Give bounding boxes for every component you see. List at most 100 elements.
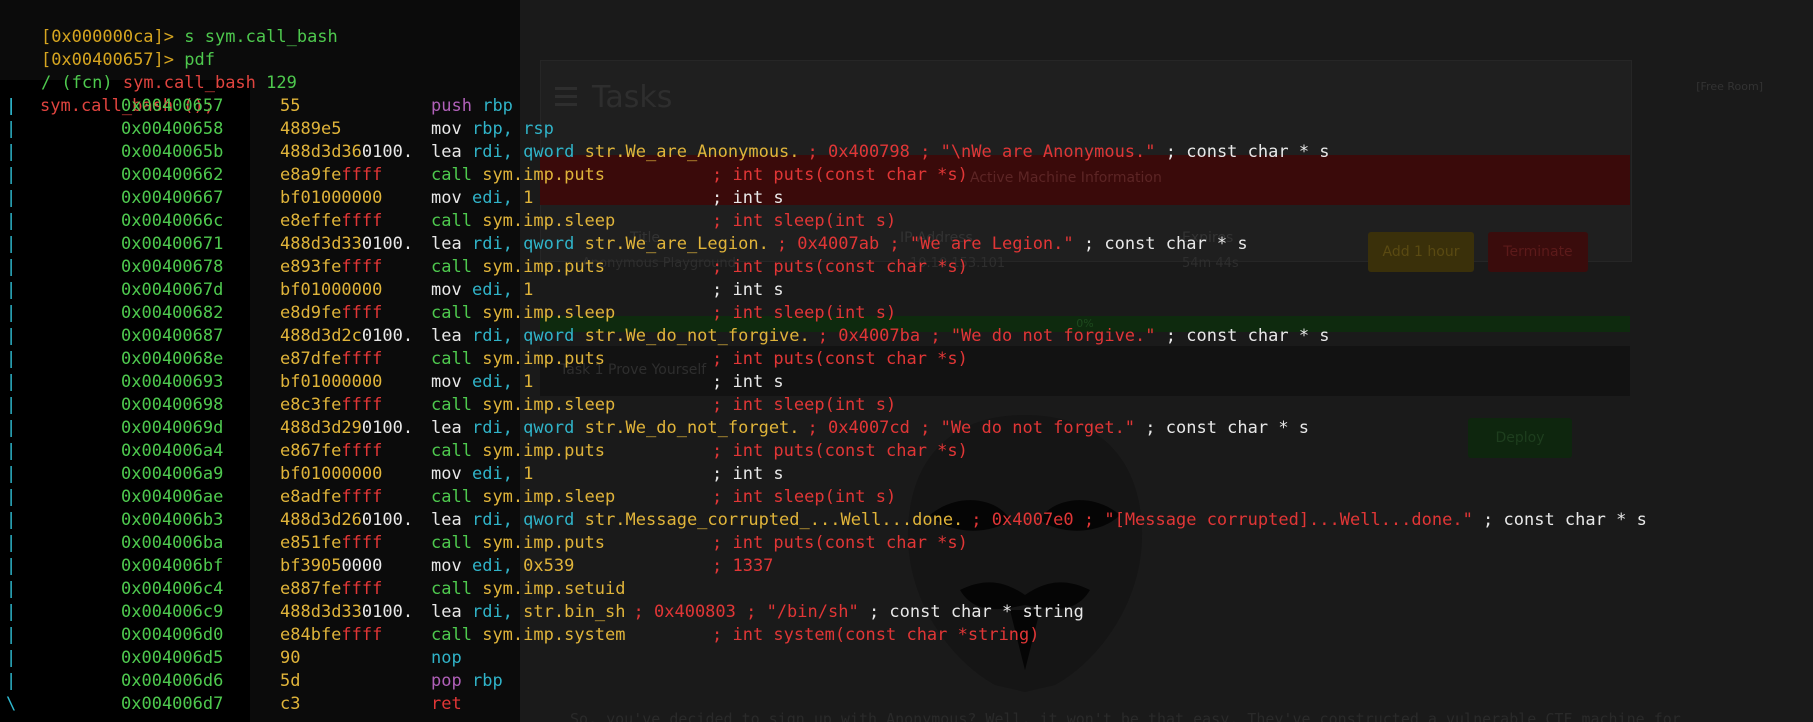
command-line-2: [0x00400657]> pdf	[0, 26, 215, 70]
opcode-bytes: bf01000000	[280, 280, 383, 300]
opcode-bytes: e893feffff	[280, 257, 383, 277]
flow-bar: |	[6, 464, 17, 484]
function-header: / (fcn) sym.call_bash 129	[0, 49, 297, 93]
flow-bar: |	[6, 671, 17, 691]
instruction: nop	[431, 648, 462, 668]
flow-bar: |	[6, 648, 17, 668]
instruction: ret	[431, 694, 462, 714]
opcode-bytes: bf01000000	[280, 464, 383, 484]
flow-bar: |	[6, 165, 17, 185]
instruction: call sym.imp.sleep	[431, 395, 616, 415]
comment: ; int puts(const char *s)	[712, 257, 968, 277]
instruction: call sym.imp.puts	[431, 533, 606, 553]
comment: ; int s	[712, 188, 784, 208]
comment: ; int sleep(int s)	[712, 395, 897, 415]
address: 0x004006ba	[121, 533, 224, 553]
address: 0x00400657	[121, 96, 224, 116]
instruction: call sym.imp.sleep	[431, 303, 616, 323]
instruction: push rbp	[431, 96, 513, 116]
address: 0x00400662	[121, 165, 224, 185]
instruction: lea rdi, qword str.We_are_Anonymous.; 0x…	[431, 142, 1330, 162]
comment: ; int sleep(int s)	[712, 211, 897, 231]
address: 0x00400671	[121, 234, 224, 254]
address: 0x004006bf	[121, 556, 224, 576]
opcode-bytes: e8c3feffff	[280, 395, 383, 415]
opcode-bytes: e8a9feffff	[280, 165, 383, 185]
instruction: pop rbp	[431, 671, 503, 691]
address: 0x004006d6	[121, 671, 224, 691]
comment: ; int s	[712, 464, 784, 484]
comment: ; int puts(const char *s)	[712, 441, 968, 461]
address: 0x00400658	[121, 119, 224, 139]
terminal-output[interactable]: [0x000000ca]> s sym.call_bash [0x0040065…	[0, 0, 1813, 722]
opcode-bytes: e8adfeffff	[280, 487, 383, 507]
address: 0x004006d5	[121, 648, 224, 668]
flow-bar: |	[6, 234, 17, 254]
comment: ; int puts(const char *s)	[712, 165, 968, 185]
flow-bar: |	[6, 556, 17, 576]
address: 0x004006c4	[121, 579, 224, 599]
flow-bar: |	[6, 602, 17, 622]
flow-bar: |	[6, 372, 17, 392]
flow-bar: |	[6, 257, 17, 277]
comment: ; int s	[712, 372, 784, 392]
function-signature-line: | sym.call_bash ();	[0, 72, 214, 116]
flow-bar: |	[6, 349, 17, 369]
fcn-name: sym.call_bash	[122, 73, 256, 93]
opcode-bytes: bf39050000	[280, 556, 383, 576]
address: 0x004006d7	[121, 694, 224, 714]
opcode-bytes: bf01000000	[280, 372, 383, 392]
instruction: mov edi, 0x539	[431, 556, 575, 576]
flow-bar: |	[6, 533, 17, 553]
instruction: lea rdi, str.bin_sh; 0x400803 ; "/bin/sh…	[431, 602, 1084, 622]
opcode-bytes: e8effeffff	[280, 211, 383, 231]
instruction: call sym.imp.system	[431, 625, 626, 645]
address: 0x00400667	[121, 188, 224, 208]
flow-bar: |	[6, 625, 17, 645]
instruction: lea rdi, qword str.We_do_not_forgive.; 0…	[431, 326, 1330, 346]
address: 0x00400693	[121, 372, 224, 392]
opcode-bytes: e867feffff	[280, 441, 383, 461]
comment: ; 0x4007ab ; "We are Legion." ; const ch…	[776, 234, 1248, 254]
fcn-size: 129	[255, 73, 297, 93]
opcode-bytes: e887feffff	[280, 579, 383, 599]
comment: ; 0x4007e0 ; "[Message corrupted]...Well…	[971, 510, 1647, 530]
instruction: call sym.imp.setuid	[431, 579, 626, 599]
address: 0x0040067d	[121, 280, 224, 300]
instruction: call sym.imp.sleep	[431, 211, 616, 231]
comment: ; 0x4007ba ; "We do not forgive." ; cons…	[817, 326, 1330, 346]
opcode-bytes: 488d3d2c0100.	[280, 326, 414, 346]
instruction: call sym.imp.sleep	[431, 487, 616, 507]
flow-bar: |	[6, 510, 17, 530]
comment: ; 0x4007cd ; "We do not forget." ; const…	[807, 418, 1310, 438]
address: 0x0040068e	[121, 349, 224, 369]
instruction: mov edi, 1	[431, 372, 534, 392]
flow-bar: |	[6, 96, 17, 116]
address: 0x0040065b	[121, 142, 224, 162]
flow-bar: |	[6, 280, 17, 300]
flow-bar: |	[6, 395, 17, 415]
instruction: call sym.imp.puts	[431, 257, 606, 277]
instruction: lea rdi, qword str.Message_corrupted_...…	[431, 510, 1647, 530]
address: 0x00400687	[121, 326, 224, 346]
flow-bar: |	[6, 303, 17, 323]
opcode-bytes: e87dfeffff	[280, 349, 383, 369]
opcode-bytes: e851feffff	[280, 533, 383, 553]
opcode-bytes: 90	[280, 648, 301, 668]
comment: ; 0x400803 ; "/bin/sh" ; const char * st…	[633, 602, 1084, 622]
instruction: mov rbp, rsp	[431, 119, 554, 139]
flow-bar: \	[6, 694, 17, 714]
opcode-bytes: e84bfeffff	[280, 625, 383, 645]
address: 0x004006d0	[121, 625, 224, 645]
opcode-bytes: 488d3d290100.	[280, 418, 414, 438]
flow-bar: |	[6, 211, 17, 231]
address: 0x00400678	[121, 257, 224, 277]
opcode-bytes: bf01000000	[280, 188, 383, 208]
instruction: call sym.imp.puts	[431, 441, 606, 461]
opcode-bytes: 488d3d360100.	[280, 142, 414, 162]
opcode-bytes: 55	[280, 96, 301, 116]
flow-bar: |	[6, 119, 17, 139]
address: 0x004006b3	[121, 510, 224, 530]
address: 0x004006a4	[121, 441, 224, 461]
instruction: call sym.imp.puts	[431, 165, 606, 185]
